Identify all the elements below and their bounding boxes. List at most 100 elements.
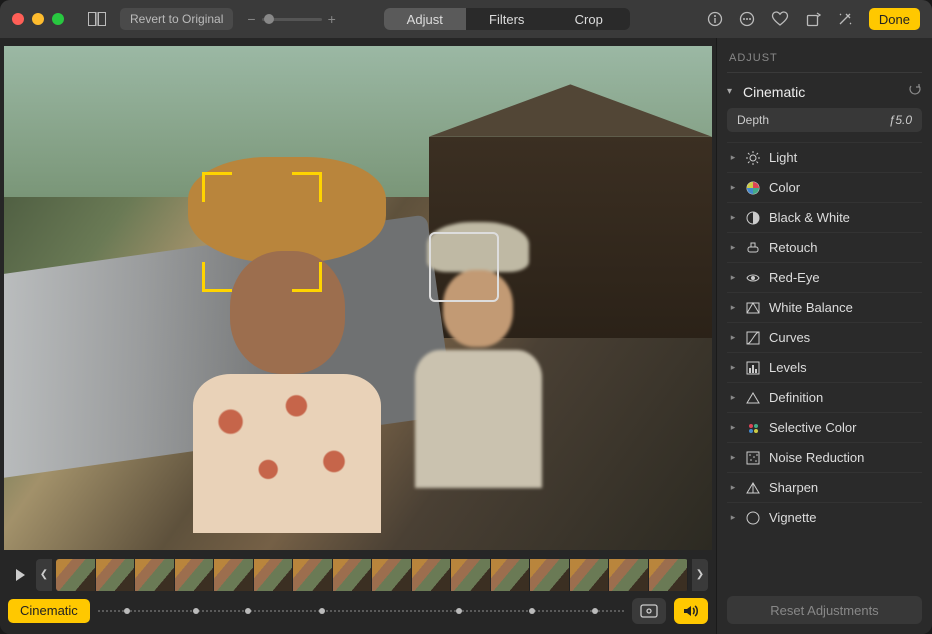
adjustment-label: Noise Reduction [769, 450, 864, 465]
close-window-button[interactable] [12, 13, 24, 25]
filmstrip-frame[interactable] [96, 559, 136, 591]
white-balance-icon [745, 300, 761, 316]
chevron-right-icon: ▸ [729, 512, 737, 523]
adjustment-item-levels[interactable]: ▸Levels [727, 352, 922, 382]
adjustment-item-light[interactable]: ▸ Light [727, 142, 922, 172]
canvas-area: ❮ ❯ Cinematic [0, 38, 716, 634]
sidebar-title: ADJUST [727, 48, 922, 73]
focus-keyframe-track[interactable] [98, 601, 624, 621]
adjustment-item-noise-reduction[interactable]: ▸ Noise Reduction [727, 442, 922, 472]
auto-enhance-icon[interactable] [831, 8, 859, 30]
adjustment-label: Selective Color [769, 420, 856, 435]
tab-filters[interactable]: Filters [466, 8, 548, 30]
reset-cinematic-icon[interactable] [908, 83, 922, 100]
chevron-right-icon: ▸ [729, 152, 737, 163]
chevron-right-icon: ▸ [729, 242, 737, 253]
zoom-slider[interactable]: − + [247, 11, 335, 27]
adjustment-label: Light [769, 150, 797, 165]
chevron-right-icon: ▸ [729, 392, 737, 403]
adjustment-label: Vignette [769, 510, 816, 525]
split-view-icon[interactable] [82, 8, 112, 30]
depth-value: ƒ5.0 [889, 113, 912, 127]
primary-focus-bracket[interactable] [202, 172, 322, 292]
filmstrip-frame[interactable] [254, 559, 294, 591]
zoom-out-icon[interactable]: − [247, 11, 255, 27]
favorite-icon[interactable] [765, 8, 795, 30]
filmstrip-frame[interactable] [293, 559, 333, 591]
play-button[interactable] [8, 563, 32, 587]
step-back-button[interactable]: ❮ [36, 559, 52, 591]
cinematic-section: ▾ Cinematic Depth ƒ5.0 [727, 73, 922, 138]
controls-row: Cinematic [8, 598, 708, 624]
info-icon[interactable] [701, 8, 729, 30]
chevron-right-icon: ▸ [729, 332, 737, 343]
secondary-focus-box[interactable] [429, 232, 499, 302]
levels-icon [745, 360, 761, 376]
focus-target-button[interactable] [632, 598, 666, 624]
filmstrip-frame[interactable] [175, 559, 215, 591]
filmstrip[interactable] [56, 559, 688, 591]
zoom-thumb[interactable] [264, 14, 274, 24]
adjustment-item-vignette[interactable]: ▸ Vignette [727, 502, 922, 532]
chevron-right-icon: ▸ [729, 212, 737, 223]
filmstrip-frame[interactable] [214, 559, 254, 591]
audio-button[interactable] [674, 598, 708, 624]
filmstrip-frame[interactable] [491, 559, 531, 591]
zoom-track[interactable] [262, 18, 322, 21]
zoom-window-button[interactable] [52, 13, 64, 25]
adjustments-list: ▸Light▸Color▸Black & White▸Retouch▸Red-E… [727, 142, 922, 532]
tab-adjust[interactable]: Adjust [384, 8, 466, 30]
video-preview[interactable] [4, 46, 712, 550]
rotate-icon[interactable] [799, 8, 827, 30]
adjustment-item-red-eye[interactable]: ▸Red-Eye [727, 262, 922, 292]
cinematic-header[interactable]: ▾ Cinematic [727, 83, 922, 100]
adjustment-item-color[interactable]: ▸Color [727, 172, 922, 202]
titlebar-right-actions: Done [701, 0, 920, 38]
adjustment-label: Retouch [769, 240, 817, 255]
photos-edit-window: Revert to Original − + Adjust Filters Cr… [0, 0, 932, 634]
filmstrip-frame[interactable] [451, 559, 491, 591]
adjustment-item-sharpen[interactable]: ▸Sharpen [727, 472, 922, 502]
done-button[interactable]: Done [869, 8, 920, 30]
adjustment-label: Definition [769, 390, 823, 405]
more-icon[interactable] [733, 8, 761, 30]
adjustment-label: Color [769, 180, 800, 195]
adjust-sidebar: ADJUST ▾ Cinematic Depth ƒ5.0 ▸Light▸Col… [716, 38, 932, 634]
chevron-right-icon: ▸ [729, 452, 737, 463]
adjustment-item-retouch[interactable]: ▸ Retouch [727, 232, 922, 262]
zoom-in-icon[interactable]: + [328, 11, 336, 27]
vignette-icon [745, 510, 761, 526]
light-icon [745, 150, 761, 166]
minimize-window-button[interactable] [32, 13, 44, 25]
filmstrip-frame[interactable] [570, 559, 610, 591]
adjustment-label: Sharpen [769, 480, 818, 495]
filmstrip-frame[interactable] [412, 559, 452, 591]
filmstrip-frame[interactable] [372, 559, 412, 591]
tab-crop[interactable]: Crop [548, 8, 630, 30]
adjustment-item-selective-color[interactable]: ▸ Selective Color [727, 412, 922, 442]
adjustment-item-white-balance[interactable]: ▸ White Balance [727, 292, 922, 322]
cinematic-mode-button[interactable]: Cinematic [8, 599, 90, 623]
filmstrip-frame[interactable] [609, 559, 649, 591]
chevron-right-icon: ▸ [729, 302, 737, 313]
noise-reduction-icon [745, 450, 761, 466]
adjustment-item-curves[interactable]: ▸Curves [727, 322, 922, 352]
depth-slider[interactable]: Depth ƒ5.0 [727, 108, 922, 132]
selective-color-icon [745, 420, 761, 436]
filmstrip-frame[interactable] [56, 559, 96, 591]
filmstrip-frame[interactable] [530, 559, 570, 591]
revert-to-original-button[interactable]: Revert to Original [120, 8, 233, 30]
editor-body: ❮ ❯ Cinematic [0, 38, 932, 634]
adjustment-label: White Balance [769, 300, 853, 315]
reset-adjustments-button[interactable]: Reset Adjustments [727, 596, 922, 624]
adjustment-item-definition[interactable]: ▸ Definition [727, 382, 922, 412]
red-eye-icon [745, 270, 761, 286]
chevron-right-icon: ▸ [729, 422, 737, 433]
adjustment-item-black-white[interactable]: ▸Black & White [727, 202, 922, 232]
step-forward-button[interactable]: ❯ [692, 559, 708, 591]
filmstrip-frame[interactable] [135, 559, 175, 591]
sharpen-icon [745, 480, 761, 496]
filmstrip-frame[interactable] [649, 559, 689, 591]
black-white-icon [745, 210, 761, 226]
filmstrip-frame[interactable] [333, 559, 373, 591]
